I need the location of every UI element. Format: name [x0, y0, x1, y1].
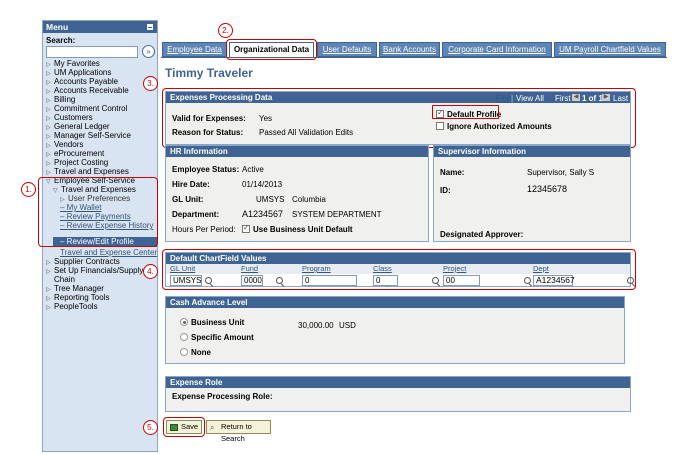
- supervisor-id-label: ID:: [440, 186, 451, 195]
- callout-2: 2.: [218, 23, 233, 38]
- gl-label: GL Unit:: [172, 195, 204, 204]
- radio-specific[interactable]: [180, 333, 188, 341]
- menu-item[interactable]: ▷ PeopleTools: [46, 302, 98, 313]
- search-input[interactable]: [46, 46, 138, 58]
- approver-label: Designated Approver:: [440, 230, 524, 239]
- role-label: Expense Processing Role:: [172, 392, 273, 401]
- cash-currency: USD: [339, 321, 356, 330]
- role-panel: Expense Role Expense Processing Role:: [165, 376, 631, 412]
- use-bu-checkbox[interactable]: [242, 223, 250, 233]
- supervisor-name-value: Supervisor, Sally S: [527, 168, 595, 177]
- dept-name: SYSTEM DEPARTMENT: [292, 210, 382, 219]
- tab-corporate-card[interactable]: Corporate Card Information: [442, 42, 552, 57]
- status-label: Employee Status:: [172, 165, 240, 174]
- callout-4: 4.: [143, 264, 158, 279]
- role-panel-title: Expense Role: [166, 377, 630, 388]
- hr-panel: HR Information Employee Status: Active H…: [165, 145, 429, 242]
- hr-panel-title: HR Information: [166, 146, 428, 157]
- supervisor-panel-title: Supervisor Information: [434, 146, 630, 157]
- use-bu-label: Use Business Unit Default: [253, 225, 353, 234]
- bu-label: Business Unit: [191, 318, 245, 327]
- dept-code: A1234567: [242, 209, 284, 219]
- tab-user-defaults[interactable]: User Defaults: [317, 42, 377, 57]
- status-value: Active: [242, 165, 264, 174]
- highlight-box-chartfield: [162, 249, 636, 290]
- tab-employee-data[interactable]: Employee Data: [162, 42, 227, 57]
- return-to-search-button[interactable]: ⌕ Return to Search: [206, 420, 271, 443]
- search-icon: ⌕: [210, 423, 215, 432]
- menu-link-te-center[interactable]: Travel and Expense Center: [60, 248, 157, 257]
- hours-label: Hours Per Period:: [172, 225, 236, 234]
- triangle-right-icon: ▷: [46, 305, 51, 311]
- cash-panel: Cash Advance Level Business Unit 30,000.…: [165, 296, 625, 364]
- tab-bank-accounts[interactable]: Bank Accounts: [379, 42, 440, 57]
- hire-value: 01/14/2013: [242, 180, 283, 189]
- cash-panel-title: Cash Advance Level: [166, 297, 624, 308]
- highlight-box-menu: [38, 177, 158, 247]
- menu-item-cont: Chain: [54, 275, 75, 284]
- gl-name: Columbia: [292, 195, 326, 204]
- search-label: Search:: [46, 36, 76, 45]
- dept-label: Department:: [172, 210, 220, 219]
- collapse-icon[interactable]: [146, 23, 154, 31]
- highlight-box-expenses: [162, 88, 636, 148]
- gl-code: UMSYS: [256, 195, 285, 204]
- triangle-right-icon: ▷: [46, 269, 51, 275]
- radio-none[interactable]: [180, 348, 188, 356]
- callout-5: 5.: [143, 420, 158, 435]
- hire-label: Hire Date:: [172, 180, 210, 189]
- supervisor-panel: Supervisor Information Name: Supervisor,…: [433, 145, 631, 242]
- tab-um-payroll[interactable]: UM Payroll Chartfield Values: [554, 42, 666, 57]
- none-label: None: [191, 348, 211, 357]
- radio-business-unit[interactable]: [180, 318, 188, 326]
- search-go-button[interactable]: »: [142, 45, 155, 58]
- menu-header: Menu: [43, 21, 157, 33]
- cash-amount: 30,000.00: [298, 321, 334, 330]
- supervisor-name-label: Name:: [440, 168, 465, 177]
- highlight-box-save: [163, 417, 205, 437]
- callout-1: 1.: [21, 182, 36, 197]
- person-name: Timmy Traveler: [165, 66, 253, 80]
- supervisor-id-value: 12345678: [527, 184, 568, 194]
- specific-label: Specific Amount: [191, 333, 254, 342]
- tab-strip: [161, 57, 667, 58]
- callout-3: 3.: [143, 76, 158, 91]
